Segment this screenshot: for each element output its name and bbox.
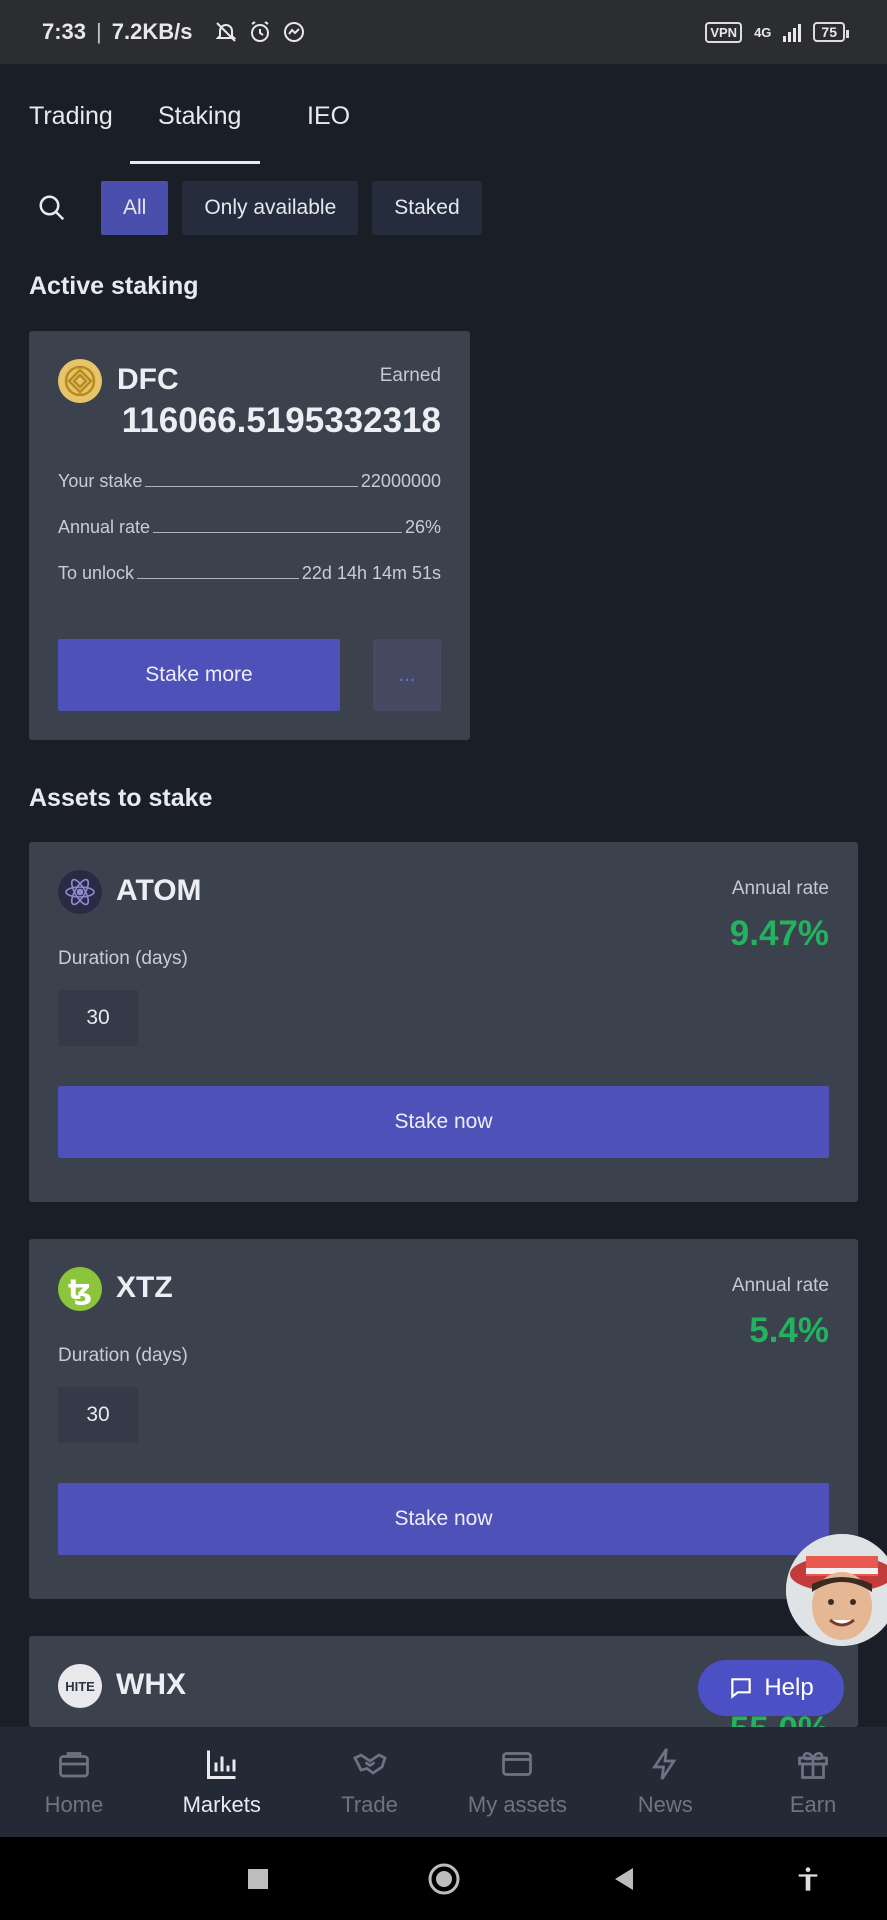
annual-rate-label: Annual rate (58, 517, 151, 537)
unlock-row: To unlock 22d 14h 14m 51s (58, 563, 441, 584)
tab-trading[interactable]: Trading (29, 102, 113, 131)
network-type: 4G (754, 24, 772, 40)
alarm-icon (251, 21, 270, 42)
asset-card-atom: ATOM Annual rate 9.47% Duration (days) 3… (29, 842, 858, 1202)
battery-level: 75 (821, 24, 837, 40)
nav-home[interactable]: Home (0, 1727, 148, 1837)
duration-input-xtz[interactable]: 30 (58, 1387, 138, 1443)
earned-value: 116066.5195332318 (121, 401, 441, 440)
chat-head-avatar[interactable] (786, 1534, 887, 1646)
accessibility-icon (798, 1866, 818, 1891)
tab-ieo[interactable]: IEO (307, 102, 350, 131)
status-bar: 7:33 | 7.2KB/s VPN 4G 75 (0, 0, 887, 64)
wallet-icon (502, 1752, 533, 1776)
top-tabs: Trading Staking IEO (0, 64, 887, 168)
nav-earn[interactable]: Earn (739, 1727, 887, 1837)
asset-name-atom: ATOM (116, 874, 202, 907)
active-stake-card: DFC Earned 116066.5195332318 Your stake 2… (29, 331, 470, 740)
unlock-value: 22d 14h 14m 51s (301, 563, 441, 583)
accessibility-button[interactable] (778, 1837, 838, 1920)
duration-input-atom[interactable]: 30 (58, 990, 138, 1046)
handshake-icon (352, 1753, 387, 1775)
nav-my-assets[interactable]: My assets (443, 1727, 591, 1837)
stake-row-label: Your stake (58, 471, 143, 491)
annual-rate-value-atom: 9.47% (729, 914, 829, 953)
filter-all[interactable]: All (101, 181, 169, 235)
filter-staked[interactable]: Staked (372, 181, 482, 235)
nav-markets[interactable]: Markets (148, 1727, 296, 1837)
duration-label-xtz: Duration (days) (58, 1345, 188, 1366)
recent-apps-button[interactable] (228, 1837, 288, 1920)
messenger-icon (284, 22, 305, 42)
asset-name-whx: WHX (116, 1668, 186, 1701)
filter-only-available[interactable]: Only available (182, 181, 359, 235)
search-button[interactable] (29, 182, 75, 234)
back-button[interactable] (594, 1837, 654, 1920)
system-navigation-bar (0, 1837, 887, 1920)
status-speed: 7.2KB/s (111, 19, 193, 44)
asset-name-xtz: XTZ (116, 1271, 173, 1304)
gift-icon (798, 1751, 828, 1779)
search-icon (39, 195, 65, 221)
nav-my-assets-label: My assets (467, 1792, 567, 1817)
lightning-icon (652, 1748, 677, 1780)
vpn-badge: VPN (705, 21, 743, 43)
xtz-coin-icon: ꜩ (58, 1267, 102, 1311)
signal-icon (783, 22, 802, 42)
home-button[interactable] (414, 1837, 474, 1920)
battery-icon: 75 (813, 22, 849, 42)
active-staking-title: Active staking (29, 272, 199, 300)
dfc-coin-icon (58, 359, 102, 403)
briefcase-icon (59, 1752, 89, 1778)
notification-off-icon (216, 22, 237, 42)
stake-row: Your stake 22000000 (58, 471, 441, 492)
more-options-button[interactable]: ... (373, 639, 441, 711)
stake-more-button[interactable]: Stake more (58, 639, 340, 711)
stake-row-value: 22000000 (360, 471, 441, 491)
bar-chart-icon (206, 1750, 236, 1779)
help-button[interactable]: Help (698, 1660, 844, 1716)
nav-home-label: Home (44, 1792, 104, 1817)
annual-rate-value-xtz: 5.4% (749, 1311, 829, 1350)
stake-now-button-atom[interactable]: Stake now (58, 1086, 829, 1158)
stake-now-button-xtz[interactable]: Stake now (58, 1483, 829, 1555)
duration-label-atom: Duration (days) (58, 948, 188, 969)
chat-bubble-icon (731, 1678, 752, 1699)
annual-rate-label-atom: Annual rate (731, 878, 829, 899)
active-coin-name: DFC (117, 363, 179, 396)
whx-coin-icon: HITE (58, 1664, 102, 1708)
status-separator: | (96, 19, 102, 44)
whx-icon-text: HITE (65, 1678, 95, 1694)
annual-rate-label-xtz: Annual rate (731, 1275, 829, 1296)
nav-trade[interactable]: Trade (296, 1727, 444, 1837)
tab-staking[interactable]: Staking (158, 102, 241, 131)
atom-coin-icon (58, 870, 102, 914)
nav-trade-label: Trade (341, 1792, 398, 1817)
asset-card-xtz: ꜩ XTZ Annual rate 5.4% Duration (days) 3… (29, 1239, 858, 1599)
filter-bar: All Only available Staked (29, 181, 482, 235)
nav-markets-label: Markets (182, 1792, 261, 1817)
circle-icon (428, 1863, 460, 1894)
nav-news[interactable]: News (591, 1727, 739, 1837)
assets-to-stake-title: Assets to stake (29, 784, 213, 812)
status-time: 7:33 (42, 19, 87, 44)
annual-rate-value: 26% (404, 517, 441, 537)
nav-earn-label: Earn (789, 1792, 837, 1817)
triangle-left-icon (615, 1867, 633, 1890)
earned-label: Earned (379, 365, 441, 386)
help-label: Help (764, 1674, 814, 1701)
annual-rate-row: Annual rate 26% (58, 517, 441, 538)
unlock-label: To unlock (58, 563, 135, 583)
nav-news-label: News (637, 1792, 693, 1817)
square-icon (248, 1868, 268, 1889)
bottom-navigation: Home Markets Trade My assets News Earn (0, 1727, 887, 1837)
active-tab-indicator (130, 161, 260, 164)
